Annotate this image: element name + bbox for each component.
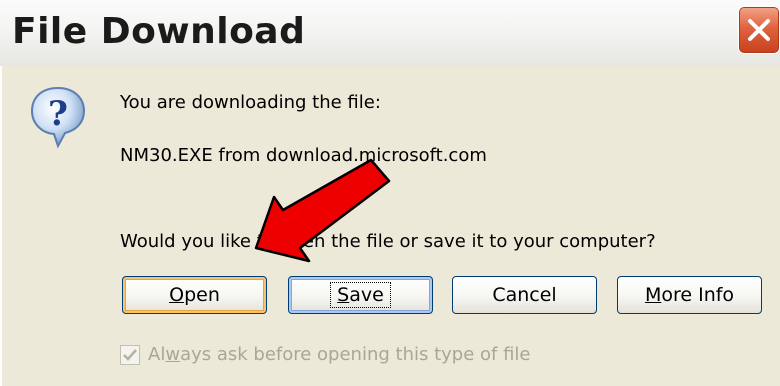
save-button[interactable]: Save — [288, 276, 433, 314]
title-bar[interactable]: File Download — [0, 0, 780, 67]
download-message: You are downloading the file: — [120, 92, 381, 113]
svg-text:?: ? — [48, 94, 68, 134]
always-ask-checkbox[interactable] — [120, 344, 140, 365]
checkmark-icon — [123, 348, 137, 361]
always-ask-checkbox-row: Always ask before opening this type of f… — [120, 344, 531, 365]
close-button[interactable] — [738, 6, 780, 54]
open-button[interactable]: Open — [122, 276, 267, 314]
always-ask-label: Always ask before opening this type of f… — [148, 344, 531, 365]
open-save-question: Would you like to open the file or save … — [120, 231, 656, 252]
more-info-button[interactable]: More Info — [617, 276, 762, 314]
file-download-dialog: File Download ? You are downloading the … — [0, 0, 780, 386]
close-icon — [748, 19, 770, 41]
more-info-button-label: More Info — [644, 284, 735, 306]
cancel-button-label: Cancel — [492, 284, 557, 306]
question-icon: ? — [30, 86, 86, 149]
dialog-body — [0, 66, 780, 386]
window-title: File Download — [12, 11, 306, 52]
file-name-source: NM30.EXE from download.microsoft.com — [120, 145, 487, 166]
save-button-label: Save — [330, 282, 391, 308]
open-button-label: Open — [169, 284, 220, 306]
cancel-button[interactable]: Cancel — [452, 276, 597, 314]
